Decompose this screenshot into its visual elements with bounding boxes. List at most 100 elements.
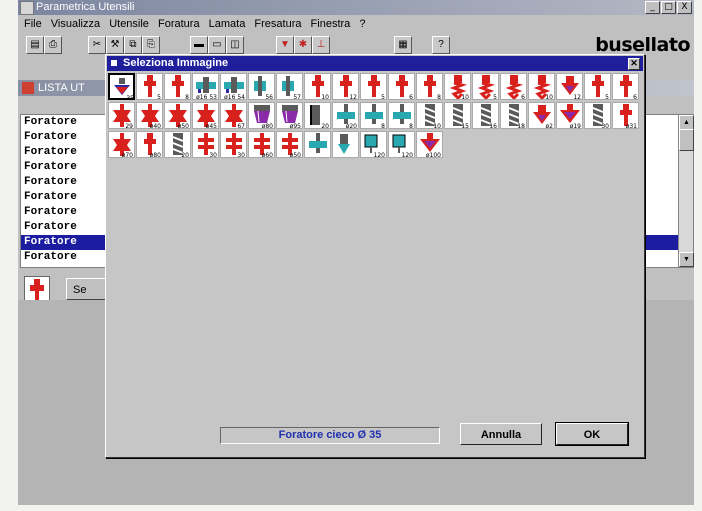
dialog-close-button[interactable]: ✕ bbox=[628, 58, 640, 70]
image-cell[interactable]: 8 bbox=[164, 73, 191, 100]
image-cell[interactable]: 16 bbox=[472, 102, 499, 129]
image-cell[interactable]: ø50 bbox=[276, 131, 303, 158]
drill-red-icon[interactable]: ▼ bbox=[276, 36, 294, 54]
image-cell[interactable]: ø80 bbox=[248, 102, 275, 129]
image-cell[interactable] bbox=[332, 131, 359, 158]
menu-foratura[interactable]: Foratura bbox=[158, 18, 200, 30]
image-cell[interactable] bbox=[304, 131, 331, 158]
image-cell[interactable]: ø20 bbox=[332, 102, 359, 129]
image-cell[interactable]: 12 bbox=[556, 73, 583, 100]
image-cell[interactable]: 10 bbox=[528, 73, 555, 100]
select-button[interactable]: Se bbox=[66, 278, 106, 300]
image-cell[interactable]: 8 bbox=[388, 102, 415, 129]
profile-cutter-icon: ø50 bbox=[169, 104, 189, 128]
image-cell-label: 30 bbox=[237, 152, 245, 158]
drill-icon: 6 bbox=[620, 75, 637, 99]
scroll-up-icon[interactable]: ▲ bbox=[679, 115, 694, 130]
image-cell[interactable]: ø50 bbox=[164, 102, 191, 129]
image-cell[interactable]: ø16 53 bbox=[192, 73, 219, 100]
image-cell[interactable]: ø60 bbox=[248, 131, 275, 158]
menu-help[interactable]: ? bbox=[359, 18, 365, 30]
menu-fresatura[interactable]: Fresatura bbox=[254, 18, 301, 30]
image-cell[interactable]: 30 bbox=[192, 131, 219, 158]
image-cell-label: 6 bbox=[409, 94, 413, 100]
spiral-bit-icon: 16 bbox=[480, 104, 497, 128]
image-cell[interactable]: ø70 bbox=[108, 131, 135, 158]
saw-blade-icon: 8 bbox=[393, 104, 413, 128]
image-cell[interactable]: 29 bbox=[108, 102, 135, 129]
list-window-icon bbox=[22, 82, 34, 94]
print-icon[interactable]: ⎙ bbox=[44, 36, 62, 54]
image-cell[interactable]: 67 bbox=[220, 102, 247, 129]
spiral-bit-icon: 10 bbox=[424, 104, 441, 128]
image-cell[interactable]: ø40 bbox=[136, 102, 163, 129]
image-cell-label: ø19 bbox=[570, 123, 581, 129]
image-cell[interactable]: ø45 bbox=[192, 102, 219, 129]
tool-list-title: LISTA UT bbox=[38, 82, 85, 94]
image-cell[interactable]: 8 bbox=[416, 73, 443, 100]
spindle-icon[interactable]: ⊥ bbox=[312, 36, 330, 54]
menu-finestra[interactable]: Finestra bbox=[311, 18, 351, 30]
copy-icon[interactable]: ⧉ bbox=[124, 36, 142, 54]
menu-visualizza[interactable]: Visualizza bbox=[51, 18, 100, 30]
image-cell[interactable]: 5 bbox=[136, 73, 163, 100]
image-cell[interactable]: 10 bbox=[304, 73, 331, 100]
image-cell[interactable]: 30 bbox=[584, 102, 611, 129]
menu-file[interactable]: File bbox=[24, 18, 42, 30]
image-cell[interactable]: 120 bbox=[388, 131, 415, 158]
maximize-button[interactable]: □ bbox=[661, 1, 676, 14]
close-button[interactable]: X bbox=[677, 1, 692, 14]
image-cell[interactable]: 5 bbox=[584, 73, 611, 100]
calculator-icon[interactable]: ▦ bbox=[394, 36, 412, 54]
image-cell[interactable]: 10 bbox=[416, 102, 443, 129]
scroll-thumb[interactable] bbox=[679, 129, 694, 151]
image-cell-label: ø2 bbox=[546, 123, 554, 129]
image-cell[interactable]: 30 bbox=[220, 131, 247, 158]
gear-icon[interactable]: ✱ bbox=[294, 36, 312, 54]
tool-icon[interactable]: ✂ bbox=[88, 36, 106, 54]
scroll-down-icon[interactable]: ▼ bbox=[679, 252, 694, 267]
ok-button[interactable]: OK bbox=[555, 422, 629, 446]
image-cell-label: ø95 bbox=[290, 123, 301, 129]
cancel-button[interactable]: Annulla bbox=[460, 423, 542, 445]
drill-icon: 8 bbox=[424, 75, 441, 99]
image-cell[interactable]: ø19 bbox=[556, 102, 583, 129]
image-cell[interactable]: 6 bbox=[500, 73, 527, 100]
panel-icon[interactable]: ▬ bbox=[190, 36, 208, 54]
menu-lamata[interactable]: Lamata bbox=[209, 18, 246, 30]
paste-icon[interactable]: ⎘ bbox=[142, 36, 160, 54]
panel-split-icon[interactable]: ◫ bbox=[226, 36, 244, 54]
dialog-icon bbox=[111, 60, 117, 66]
image-cell[interactable]: 5 bbox=[472, 73, 499, 100]
minimize-button[interactable]: _ bbox=[645, 1, 660, 14]
image-cell[interactable]: 120 bbox=[360, 131, 387, 158]
image-cell[interactable]: ø31 bbox=[612, 102, 639, 129]
image-cell[interactable]: 18 bbox=[500, 102, 527, 129]
image-cell[interactable]: 15 bbox=[444, 102, 471, 129]
image-cell[interactable]: 8 bbox=[360, 102, 387, 129]
image-cell[interactable]: ø16 54 bbox=[220, 73, 247, 100]
panel-alt-icon[interactable]: ▭ bbox=[208, 36, 226, 54]
image-cell[interactable]: ø2 bbox=[528, 102, 555, 129]
app-title: Parametrica Utensili bbox=[36, 1, 135, 13]
image-cell[interactable]: 20 bbox=[304, 102, 331, 129]
image-cell[interactable]: 35 bbox=[108, 73, 135, 100]
help-icon[interactable]: ? bbox=[432, 36, 450, 54]
image-cell[interactable]: 10 bbox=[444, 73, 471, 100]
image-cell[interactable]: 12 bbox=[332, 73, 359, 100]
image-cell[interactable]: 57 bbox=[276, 73, 303, 100]
image-cell[interactable]: 6 bbox=[612, 73, 639, 100]
image-cell[interactable]: 56 bbox=[248, 73, 275, 100]
save-icon[interactable]: ▤ bbox=[26, 36, 44, 54]
image-cell[interactable]: ø95 bbox=[276, 102, 303, 129]
image-cell[interactable]: 6 bbox=[388, 73, 415, 100]
cutter-icon: 56 bbox=[254, 76, 273, 99]
menu-utensile[interactable]: Utensile bbox=[109, 18, 149, 30]
wrench-icon[interactable]: ⚒ bbox=[106, 36, 124, 54]
drill-icon: 5 bbox=[144, 75, 161, 99]
image-cell[interactable]: 20 bbox=[164, 131, 191, 158]
listbox-scrollbar[interactable]: ▲ ▼ bbox=[678, 115, 694, 267]
image-cell[interactable]: ø100 bbox=[416, 131, 443, 158]
image-cell[interactable]: 5 bbox=[360, 73, 387, 100]
image-cell[interactable]: ø80 bbox=[136, 131, 163, 158]
